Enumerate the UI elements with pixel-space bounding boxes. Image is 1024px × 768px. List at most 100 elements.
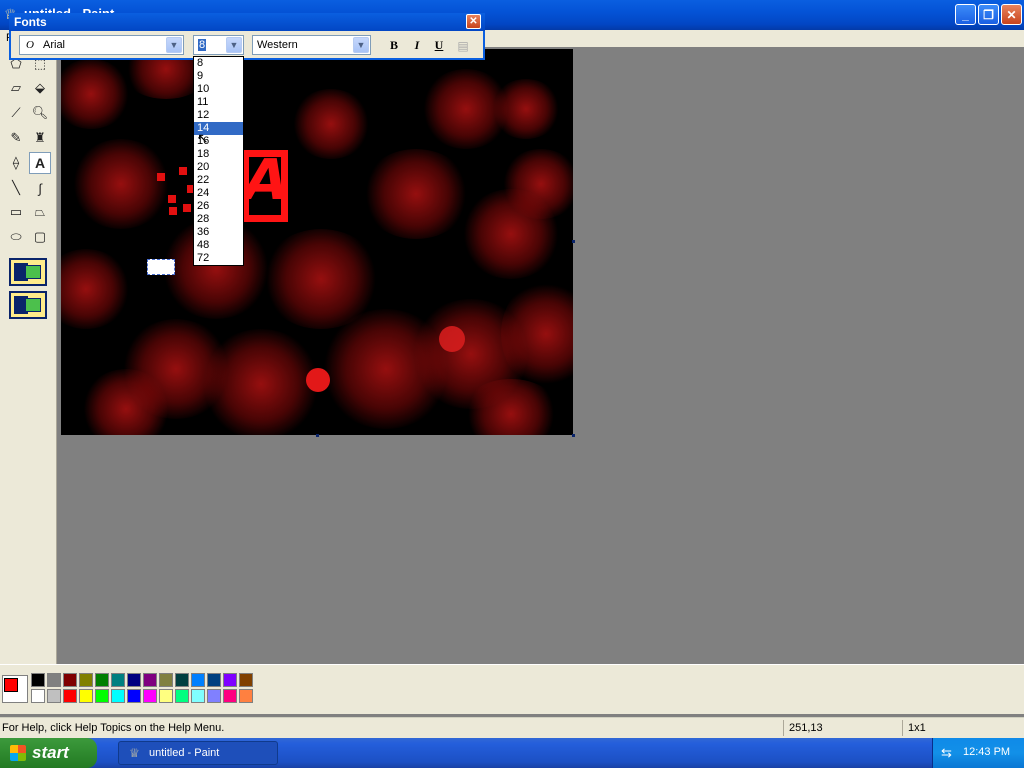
color-picker-tool[interactable]: ⟋ [5, 102, 27, 124]
color-swatch[interactable] [159, 673, 173, 687]
status-bar: For Help, click Help Topics on the Help … [0, 717, 1024, 738]
vertical-text-button[interactable]: ▤ [454, 37, 472, 54]
italic-button[interactable]: I [408, 37, 426, 54]
color-swatch[interactable] [47, 673, 61, 687]
color-swatch[interactable] [223, 673, 237, 687]
font-script-combo[interactable]: Western ▼ [252, 35, 371, 55]
color-swatch[interactable] [95, 689, 109, 703]
line-tool[interactable]: ╲ [5, 177, 27, 199]
color-swatch[interactable] [47, 689, 61, 703]
red-circle-shape [439, 326, 465, 352]
ellipse-tool[interactable]: ⬭ [5, 226, 27, 248]
transparent-background-option[interactable] [9, 291, 47, 319]
maximize-button[interactable]: ❐ [978, 4, 999, 25]
color-swatch[interactable] [111, 689, 125, 703]
color-swatch[interactable] [239, 689, 253, 703]
drawing-canvas[interactable]: A [61, 49, 573, 435]
minimize-button[interactable]: _ [955, 4, 976, 25]
underline-button[interactable]: U [430, 37, 448, 54]
color-swatch[interactable] [127, 689, 141, 703]
color-swatch[interactable] [175, 689, 189, 703]
canvas-resize-handle[interactable] [316, 434, 319, 437]
size-option[interactable]: 20 [194, 161, 243, 174]
color-swatch[interactable] [111, 673, 125, 687]
size-option[interactable]: 28 [194, 213, 243, 226]
size-option[interactable]: 24 [194, 187, 243, 200]
foreground-color [4, 678, 18, 692]
canvas-resize-handle[interactable] [572, 240, 575, 243]
color-swatch[interactable] [63, 689, 77, 703]
windows-logo-icon [10, 745, 26, 761]
color-swatch[interactable] [223, 689, 237, 703]
start-button[interactable]: start [0, 738, 97, 768]
size-option[interactable]: 9 [194, 70, 243, 83]
font-name-value: Arial [43, 39, 66, 51]
color-swatch[interactable] [63, 673, 77, 687]
size-option[interactable]: 36 [194, 226, 243, 239]
canvas-resize-handle[interactable] [572, 434, 575, 437]
airbrush-tool[interactable]: ⟠ [5, 152, 27, 174]
size-option[interactable]: 18 [194, 148, 243, 161]
curve-tool[interactable]: ∫ [29, 177, 51, 199]
color-swatch[interactable] [207, 673, 221, 687]
color-swatch[interactable] [175, 673, 189, 687]
opaque-background-option[interactable] [9, 258, 47, 286]
text-tool[interactable]: A [29, 152, 51, 174]
size-option[interactable]: 72 [194, 252, 243, 265]
size-option[interactable]: 22 [194, 174, 243, 187]
size-option[interactable]: 12 [194, 109, 243, 122]
taskbar-item-label: untitled - Paint [149, 747, 220, 759]
fonts-toolbar-title-bar[interactable]: Fonts ✕ [9, 13, 485, 31]
font-name-combo[interactable]: O Arial ▼ [19, 35, 184, 55]
chevron-down-icon[interactable]: ▼ [166, 37, 182, 53]
eraser-tool[interactable]: ▱ [5, 77, 27, 99]
color-swatch[interactable] [79, 689, 93, 703]
color-swatch[interactable] [95, 673, 109, 687]
network-icon[interactable]: ⇆ [941, 745, 952, 761]
opentype-icon: O [26, 39, 34, 51]
system-tray: ⇆ 12:43 PM [932, 738, 1024, 768]
text-box-selection[interactable] [147, 259, 175, 275]
start-label: start [32, 743, 69, 762]
chevron-down-icon[interactable]: ▼ [353, 37, 369, 53]
color-swatch[interactable] [239, 673, 253, 687]
color-swatch[interactable] [127, 673, 141, 687]
mouse-cursor-icon: ↖ [197, 130, 209, 146]
fill-bucket-tool[interactable]: ⬙ [29, 77, 51, 99]
color-swatch[interactable] [31, 689, 45, 703]
selection-size: 1x1 [908, 722, 926, 734]
clock[interactable]: 12:43 PM [963, 746, 1010, 758]
color-swatch[interactable] [143, 673, 157, 687]
color-swatch[interactable] [79, 673, 93, 687]
taskbar-item-paint[interactable]: ♕ untitled - Paint [118, 741, 278, 765]
fonts-close-button[interactable]: ✕ [466, 14, 481, 29]
red-circle-shape [306, 368, 330, 392]
color-swatch[interactable] [191, 689, 205, 703]
font-script-value: Western [257, 39, 298, 51]
size-option[interactable]: 11 [194, 96, 243, 109]
polygon-tool[interactable]: ⏢ [29, 201, 51, 223]
color-swatch[interactable] [143, 689, 157, 703]
taskbar: start ♕ untitled - Paint ⇆ 12:43 PM [0, 738, 1024, 768]
bold-button[interactable]: B [385, 37, 403, 54]
size-option[interactable]: 26 [194, 200, 243, 213]
help-text: For Help, click Help Topics on the Help … [2, 722, 225, 734]
color-swatch[interactable] [191, 673, 205, 687]
cursor-coordinates: 251,13 [789, 722, 823, 734]
font-size-dropdown-list: 8 9 10 11 12 14 16 18 20 22 24 26 28 36 … [193, 56, 244, 266]
size-option[interactable]: 8 [194, 57, 243, 70]
close-button[interactable]: ✕ [1001, 4, 1022, 25]
color-swatch[interactable] [159, 689, 173, 703]
size-option[interactable]: 48 [194, 239, 243, 252]
brush-tool[interactable]: ♜ [29, 127, 51, 149]
rectangle-tool[interactable]: ▭ [5, 201, 27, 223]
rounded-rectangle-tool[interactable]: ▢ [29, 226, 51, 248]
pencil-tool[interactable]: ✎ [5, 127, 27, 149]
color-swatch[interactable] [31, 673, 45, 687]
chevron-down-icon[interactable]: ▼ [226, 37, 242, 53]
font-size-combo[interactable]: 8 ▼ [193, 35, 244, 55]
size-option[interactable]: 10 [194, 83, 243, 96]
color-swatch[interactable] [207, 689, 221, 703]
font-size-value[interactable]: 8 [198, 39, 207, 51]
magnifier-tool[interactable]: 🔍︎ [29, 102, 51, 124]
